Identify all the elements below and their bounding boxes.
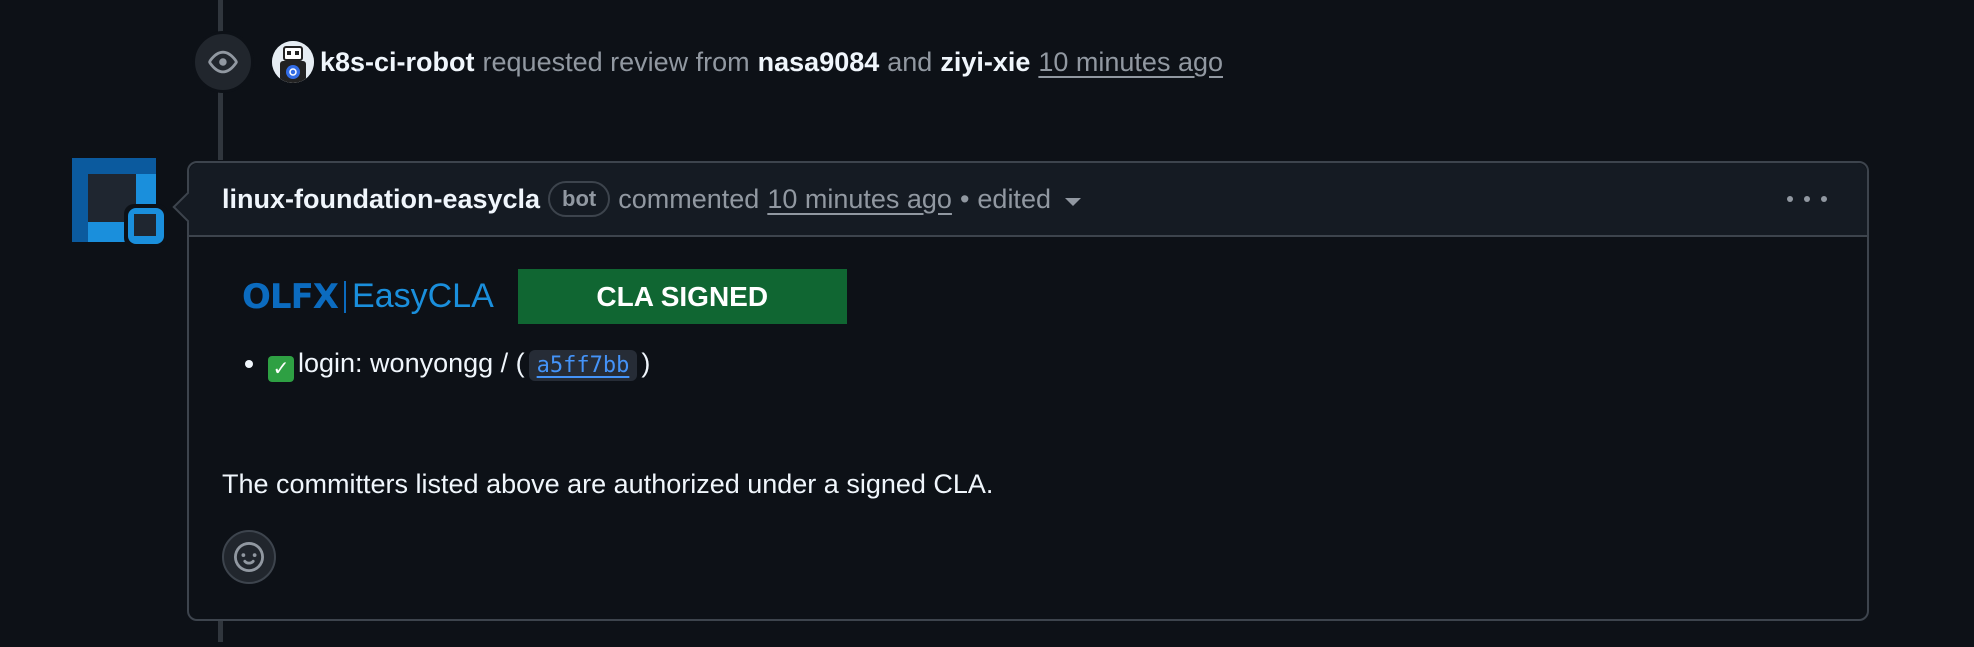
- caret-down-icon[interactable]: [1064, 198, 1081, 206]
- easycla-avatar[interactable]: [72, 158, 168, 250]
- event-timestamp-link[interactable]: 10 minutes ago: [1038, 47, 1223, 77]
- reviewer-link-1[interactable]: nasa9084: [758, 47, 880, 77]
- smiley-icon: [234, 542, 264, 572]
- add-reaction-button[interactable]: [222, 530, 276, 584]
- event-actor-link[interactable]: k8s-ci-robot: [320, 47, 475, 77]
- login-suffix: ): [641, 348, 651, 378]
- header-separator: •: [959, 183, 970, 214]
- reviewer-link-2[interactable]: ziyi-xie: [940, 47, 1030, 77]
- kebab-menu-icon[interactable]: [1787, 185, 1827, 213]
- easycla-wordmark: EasyCLA: [352, 277, 494, 315]
- k8s-ci-robot-avatar[interactable]: [272, 41, 314, 83]
- review-request-event: k8s-ci-robot requested review from nasa908…: [192, 31, 1223, 93]
- login-text: login: wonyongg / (: [298, 348, 525, 378]
- comment-author-link[interactable]: linux-foundation-easycla: [222, 184, 540, 215]
- logo-divider: [344, 280, 347, 313]
- commit-link[interactable]: a5ff7bb: [528, 350, 638, 381]
- check-icon: ✓: [268, 356, 294, 382]
- edited-dropdown[interactable]: edited: [977, 184, 1051, 215]
- comment-body: OLFX EasyCLA CLA SIGNED ✓login: wonyongg…: [189, 237, 1867, 647]
- list-item: ✓login: wonyongg / (a5ff7bb): [268, 348, 1834, 382]
- comment-action: commented: [618, 183, 760, 214]
- bot-label: bot: [548, 181, 611, 217]
- cla-signed-badge[interactable]: CLA SIGNED: [517, 269, 847, 324]
- event-action-text: requested review from: [482, 46, 750, 77]
- eye-icon: [192, 31, 254, 93]
- comment-header: linux-foundation-easycla bot commented 1…: [189, 163, 1867, 237]
- cla-footer-text: The committers listed above are authoriz…: [222, 469, 994, 499]
- comment-card: linux-foundation-easycla bot commented 1…: [187, 161, 1869, 621]
- event-conjunction: and: [887, 46, 933, 77]
- lfx-mark: OLFX: [242, 276, 339, 317]
- lfx-easycla-logo: OLFX EasyCLA: [242, 277, 494, 317]
- comment-timestamp-link[interactable]: 10 minutes ago: [767, 184, 952, 215]
